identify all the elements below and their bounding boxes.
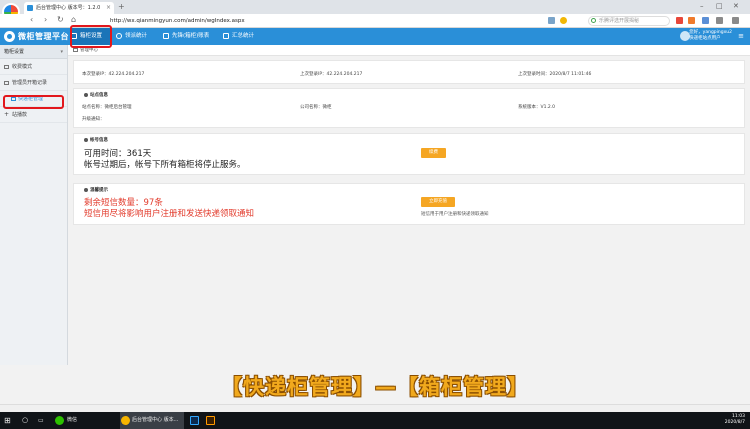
wechat-icon (55, 416, 64, 425)
site-info-panel: 站点信息 站点名称：微柜后台管理 公司名称：微柜 系统版本：V1.2.0 升级通… (73, 88, 745, 128)
search-icon[interactable]: ○ (22, 412, 28, 429)
site-info-title: 站点信息 (84, 92, 108, 98)
forward-icon[interactable]: › (44, 15, 47, 24)
illustrator-icon[interactable] (206, 416, 215, 425)
account-info-title: 帐号信息 (84, 137, 108, 143)
site-name: 站点名称：微柜后台管理 (82, 105, 132, 110)
home-icon (73, 48, 78, 52)
browser-menu-icon[interactable] (732, 17, 739, 24)
screen: 后台管理中心 版本号：1.2.0 × + – □ ✕ ‹ › ↻ ⌂ http:… (0, 0, 750, 429)
browser-status-bar (0, 404, 750, 412)
tab-favicon-icon (27, 5, 33, 11)
system-clock[interactable]: 11:03 2020/8/7 (725, 414, 745, 426)
sidebar-highlight-frame (3, 95, 64, 109)
sms-note: 短信用于用户注册和快递领取通知 (421, 212, 489, 217)
breadcrumb: 管理中心 (68, 45, 750, 56)
app-header: 微柜管理平台 箱柜设置 领派统计 先锋(箱柜)账表 汇总统计 您好，yangpi… (0, 28, 750, 45)
reload-icon[interactable]: ↻ (57, 15, 64, 24)
upgrade-notice: 升级通知： (82, 117, 105, 122)
url-input[interactable]: http://wx.qianmingyun.com/admin/wgIndex.… (110, 16, 570, 26)
search-icon (591, 18, 596, 23)
maximize-icon[interactable]: □ (716, 2, 723, 10)
reader-icon[interactable] (548, 17, 555, 24)
sms-warning: 短信用尽将影响用户注册和发送快递领取通知 (84, 209, 255, 219)
sidebar-item-fee-mode[interactable]: 收费模式 (0, 59, 67, 75)
renew-button[interactable]: 续费 (421, 148, 446, 158)
menu-pickup-stats[interactable]: 领派统计 (115, 28, 157, 45)
volume-icon (84, 187, 88, 192)
last-login-time: 上次登录时间：2020/8/7 11:01:46 (518, 72, 592, 77)
download-icon[interactable] (716, 17, 723, 24)
window-close-icon[interactable]: ✕ (733, 2, 739, 10)
login-info-panel: 本次登录IP：42.224.204.217 上次登录IP：42.224.204.… (73, 60, 745, 84)
new-tab-button[interactable]: + (118, 2, 125, 11)
home-icon[interactable]: ⌂ (71, 15, 76, 24)
account-info-panel: 帐号信息 可用时间：361天 帐号过期后，帐号下所有箱柜将停止服务。 续费 (73, 133, 745, 175)
last-login-ip: 上次登录IP：42.224.204.217 (300, 72, 363, 77)
browser-tab[interactable]: 后台管理中心 版本号：1.2.0 × (24, 2, 114, 14)
search-input[interactable]: 乐腾评选开展揭秘 (588, 16, 670, 26)
video-caption: 【快递柜管理】—【箱柜管理】 (221, 375, 529, 399)
sidebar-item-admin-open-log[interactable]: 管理员开箱记录 (0, 75, 67, 91)
address-bar: ‹ › ↻ ⌂ http://wx.qianmingyun.com/admin/… (0, 14, 750, 28)
recharge-button[interactable]: 立即充值 (421, 197, 455, 207)
puzzle-icon (223, 33, 229, 39)
user-icon (84, 137, 88, 142)
game-icon[interactable] (688, 17, 695, 24)
app-logo-icon (4, 31, 15, 42)
back-icon[interactable]: ‹ (30, 15, 33, 24)
company-name: 公司名称：微柜 (300, 105, 332, 110)
photoshop-icon[interactable] (190, 416, 199, 425)
favorite-star-icon[interactable] (560, 17, 567, 24)
list-icon (4, 65, 9, 69)
header-menu-icon[interactable]: ≡ (738, 32, 744, 40)
user-role: 快递柜站点用户 (689, 36, 721, 41)
current-login-ip: 本次登录IP：42.224.204.217 (82, 72, 145, 77)
taskbar-wechat[interactable]: 微信 (55, 412, 115, 429)
app-title: 微柜管理平台 (18, 32, 69, 41)
sms-remaining: 剩余短信数量：97条 (84, 198, 163, 208)
sidebar-header[interactable]: 箱柜设置 ▾ (0, 45, 67, 59)
sms-panel: 温馨提示 剩余短信数量：97条 短信用尽将影响用户注册和发送快递领取通知 立即充… (73, 183, 745, 225)
sidebar: 箱柜设置 ▾ 收费模式 管理员开箱记录 快递柜管理 + 站播款 (0, 45, 68, 365)
user-info[interactable]: 您好，yangpingxu2 快递柜站点用户 (689, 30, 732, 42)
gear-icon (116, 33, 122, 39)
menu-summary-stats[interactable]: 汇总统计 (222, 28, 266, 45)
start-icon[interactable]: ⊞ (4, 412, 11, 429)
tab-title: 后台管理中心 版本号：1.2.0 (36, 5, 101, 11)
chevron-down-icon: ▾ (60, 49, 63, 55)
menu-highlight-frame (70, 25, 112, 48)
menu-account-table[interactable]: 先锋(箱柜)账表 (162, 28, 220, 45)
sidebar-item-station-fee[interactable]: + 站播款 (0, 107, 67, 123)
tab-close-icon[interactable]: × (106, 2, 111, 14)
expiry-warning: 帐号过期后，帐号下所有箱柜将停止服务。 (84, 160, 246, 170)
info-icon (84, 92, 88, 97)
task-view-icon[interactable]: ▭ (38, 412, 44, 429)
extension-icon[interactable] (676, 17, 683, 24)
taskbar: ⊞ ○ ▭ 微信 后台管理中心 版本... 11:03 2020/8/7 (0, 412, 750, 429)
browser-tab-bar: 后台管理中心 版本号：1.2.0 × + – □ ✕ (0, 0, 750, 21)
minimize-icon[interactable]: – (700, 2, 704, 10)
list-icon (4, 81, 9, 85)
table-icon (163, 33, 169, 39)
system-version: 系统版本：V1.2.0 (518, 105, 556, 110)
available-time: 可用时间：361天 (84, 149, 152, 159)
taskbar-browser[interactable]: 后台管理中心 版本... (120, 412, 184, 429)
clock-date: 2020/8/7 (724, 420, 745, 425)
screenshot-icon[interactable] (702, 17, 709, 24)
browser-icon (121, 416, 130, 425)
sms-panel-title: 温馨提示 (84, 187, 108, 193)
